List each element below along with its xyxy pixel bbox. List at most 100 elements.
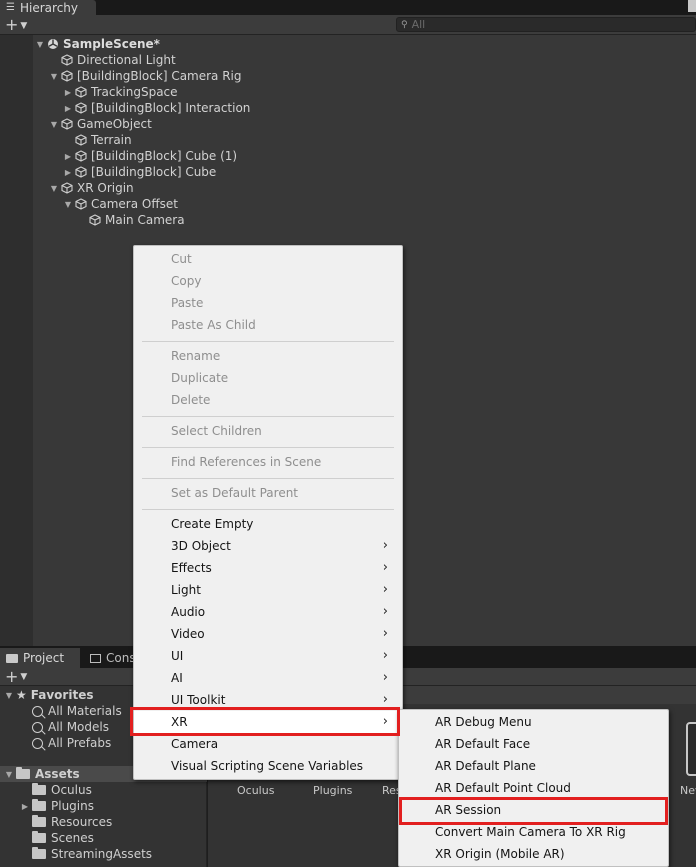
hierarchy-toolbar: + ▼ ⚲ All [0, 15, 696, 35]
hierarchy-item[interactable]: ▼ XR Origin [49, 180, 134, 196]
menu-item-camera[interactable]: Camera [134, 733, 402, 755]
grid-item-label[interactable]: Oculus [237, 784, 274, 797]
menu-item-ai[interactable]: AI › [134, 667, 402, 689]
submenu-arrow-icon: › [382, 692, 388, 707]
menu-separator [142, 478, 394, 479]
tree-item-all-prefabs[interactable]: All Prefabs [32, 735, 111, 751]
tree-item-label: StreamingAssets [51, 847, 153, 861]
menu-item-label: Paste [171, 296, 204, 310]
collapse-arrow-icon[interactable]: ▶ [63, 168, 73, 177]
menu-item-label: AR Default Plane [435, 759, 536, 773]
xr-menu-item-ar-default-plane[interactable]: AR Default Plane [399, 755, 668, 777]
hierarchy-search-input[interactable]: ⚲ All [396, 17, 696, 32]
menu-item-label: Camera [171, 737, 219, 751]
tree-folder-plugins[interactable]: ▶ Plugins [20, 798, 94, 814]
menu-item-label: Light [171, 583, 201, 597]
hierarchy-add-button[interactable]: + ▼ [5, 16, 27, 35]
hierarchy-item[interactable]: Main Camera [77, 212, 185, 228]
menu-item-duplicate: Duplicate [134, 367, 402, 389]
expand-arrow-icon[interactable]: ▶ [20, 802, 30, 811]
xr-menu-item-ar-session[interactable]: AR Session [399, 799, 668, 821]
collapse-arrow-icon[interactable]: ▶ [63, 104, 73, 113]
tree-item-all-materials[interactable]: All Materials [32, 703, 122, 719]
xr-menu-item-ar-debug-menu[interactable]: AR Debug Menu [399, 711, 668, 733]
tree-folder-streamingassets[interactable]: StreamingAssets [20, 846, 152, 862]
tree-favorites[interactable]: ▼ ★ Favorites [4, 687, 94, 703]
xr-menu-item-convert-main-camera-to-xr-rig[interactable]: Convert Main Camera To XR Rig [399, 821, 668, 843]
grid-item-label[interactable]: Nev [680, 784, 696, 797]
xr-menu-item-xr-origin-mobile-ar[interactable]: XR Origin (Mobile AR) [399, 843, 668, 865]
expand-arrow-icon[interactable]: ▼ [35, 40, 45, 49]
hierarchy-item[interactable]: Directional Light [49, 52, 176, 68]
hierarchy-item-label: [BuildingBlock] Cube [91, 165, 217, 179]
caret-down-icon: ▼ [20, 20, 28, 31]
grid-item-label[interactable]: Plugins [313, 784, 352, 797]
menu-item-label: Delete [171, 393, 211, 407]
tree-folder-scenes[interactable]: Scenes [20, 830, 94, 846]
asset-thumbnail[interactable] [686, 722, 696, 776]
expand-arrow-icon[interactable]: ▼ [49, 184, 59, 193]
menu-item-label: Video [171, 627, 205, 641]
hierarchy-item[interactable]: Terrain [63, 132, 132, 148]
tree-item-all-models[interactable]: All Models [32, 719, 109, 735]
menu-item-label: XR Origin (Mobile AR) [435, 847, 565, 861]
expand-arrow-icon[interactable]: ▼ [49, 120, 59, 129]
hierarchy-item[interactable]: ▼ Camera Offset [63, 196, 178, 212]
hierarchy-item[interactable]: ▼ [BuildingBlock] Camera Rig [49, 68, 242, 84]
search-icon [32, 721, 43, 733]
project-add-button[interactable]: + ▼ [5, 668, 27, 686]
collapse-arrow-icon[interactable]: ▶ [63, 88, 73, 97]
hierarchy-item[interactable]: ▼ SampleScene* [35, 36, 160, 52]
folder-icon [32, 783, 46, 795]
menu-separator [142, 447, 394, 448]
expand-arrow-icon[interactable]: ▼ [63, 200, 73, 209]
tab-console-label: Cons [106, 651, 136, 665]
expand-arrow-icon[interactable]: ▼ [4, 770, 14, 779]
menu-item-audio[interactable]: Audio › [134, 601, 402, 623]
menu-item-xr[interactable]: XR › [134, 711, 402, 733]
expand-arrow-icon[interactable]: ▼ [49, 72, 59, 81]
hierarchy-item[interactable]: ▶ [BuildingBlock] Cube (1) [63, 148, 237, 164]
hamburger-icon: ☰ [6, 2, 15, 13]
tab-hierarchy[interactable]: ☰ Hierarchy [0, 0, 96, 15]
hierarchy-item[interactable]: ▶ TrackingSpace [63, 84, 178, 100]
submenu-arrow-icon: › [382, 670, 388, 685]
menu-item-visual-scripting-scene-variables[interactable]: Visual Scripting Scene Variables [134, 755, 402, 777]
hierarchy-item-label: GameObject [77, 117, 152, 131]
xr-menu-item-ar-default-face[interactable]: AR Default Face [399, 733, 668, 755]
menu-item-create-empty[interactable]: Create Empty [134, 513, 402, 535]
menu-item-label: AR Default Face [435, 737, 531, 751]
menu-item-light[interactable]: Light › [134, 579, 402, 601]
tree-assets[interactable]: ▼ Assets [4, 766, 80, 782]
cube-icon [75, 198, 87, 210]
hierarchy-item[interactable]: ▼ GameObject [49, 116, 152, 132]
hierarchy-item[interactable]: ▶ [BuildingBlock] Interaction [63, 100, 251, 116]
menu-item-label: Effects [171, 561, 212, 575]
hierarchy-item-label: Directional Light [77, 53, 176, 67]
tree-folder-oculus[interactable]: Oculus [20, 782, 92, 798]
folder-icon [32, 831, 46, 843]
caret-down-icon: ▼ [20, 672, 28, 682]
menu-item-ui-toolkit[interactable]: UI Toolkit › [134, 689, 402, 711]
tab-project[interactable]: Project [0, 648, 80, 668]
tree-assets-label: Assets [35, 767, 80, 781]
hierarchy-item-label: [BuildingBlock] Cube (1) [91, 149, 238, 163]
submenu-arrow-icon: › [382, 648, 388, 663]
hierarchy-context-menu: Cut Copy Paste Paste As Child Rename Duplicat… [133, 245, 403, 780]
search-icon [32, 705, 43, 717]
menu-item-effects[interactable]: Effects › [134, 557, 402, 579]
menu-item-label: Duplicate [171, 371, 229, 385]
menu-item-video[interactable]: Video › [134, 623, 402, 645]
hierarchy-item-label: TrackingSpace [91, 85, 178, 99]
hierarchy-item[interactable]: ▶ [BuildingBlock] Cube [63, 164, 216, 180]
expand-arrow-icon[interactable]: ▼ [4, 691, 14, 700]
collapse-arrow-icon[interactable]: ▶ [63, 152, 73, 161]
menu-item-label: XR [171, 715, 188, 729]
menu-item-3d-object[interactable]: 3D Object › [134, 535, 402, 557]
menu-item-rename: Rename [134, 345, 402, 367]
tree-folder-resources[interactable]: Resources [20, 814, 112, 830]
menu-item-ui[interactable]: UI › [134, 645, 402, 667]
xr-menu-item-ar-default-point-cloud[interactable]: AR Default Point Cloud [399, 777, 668, 799]
tab-options-icon[interactable] [688, 0, 696, 12]
folder-icon [32, 815, 46, 827]
